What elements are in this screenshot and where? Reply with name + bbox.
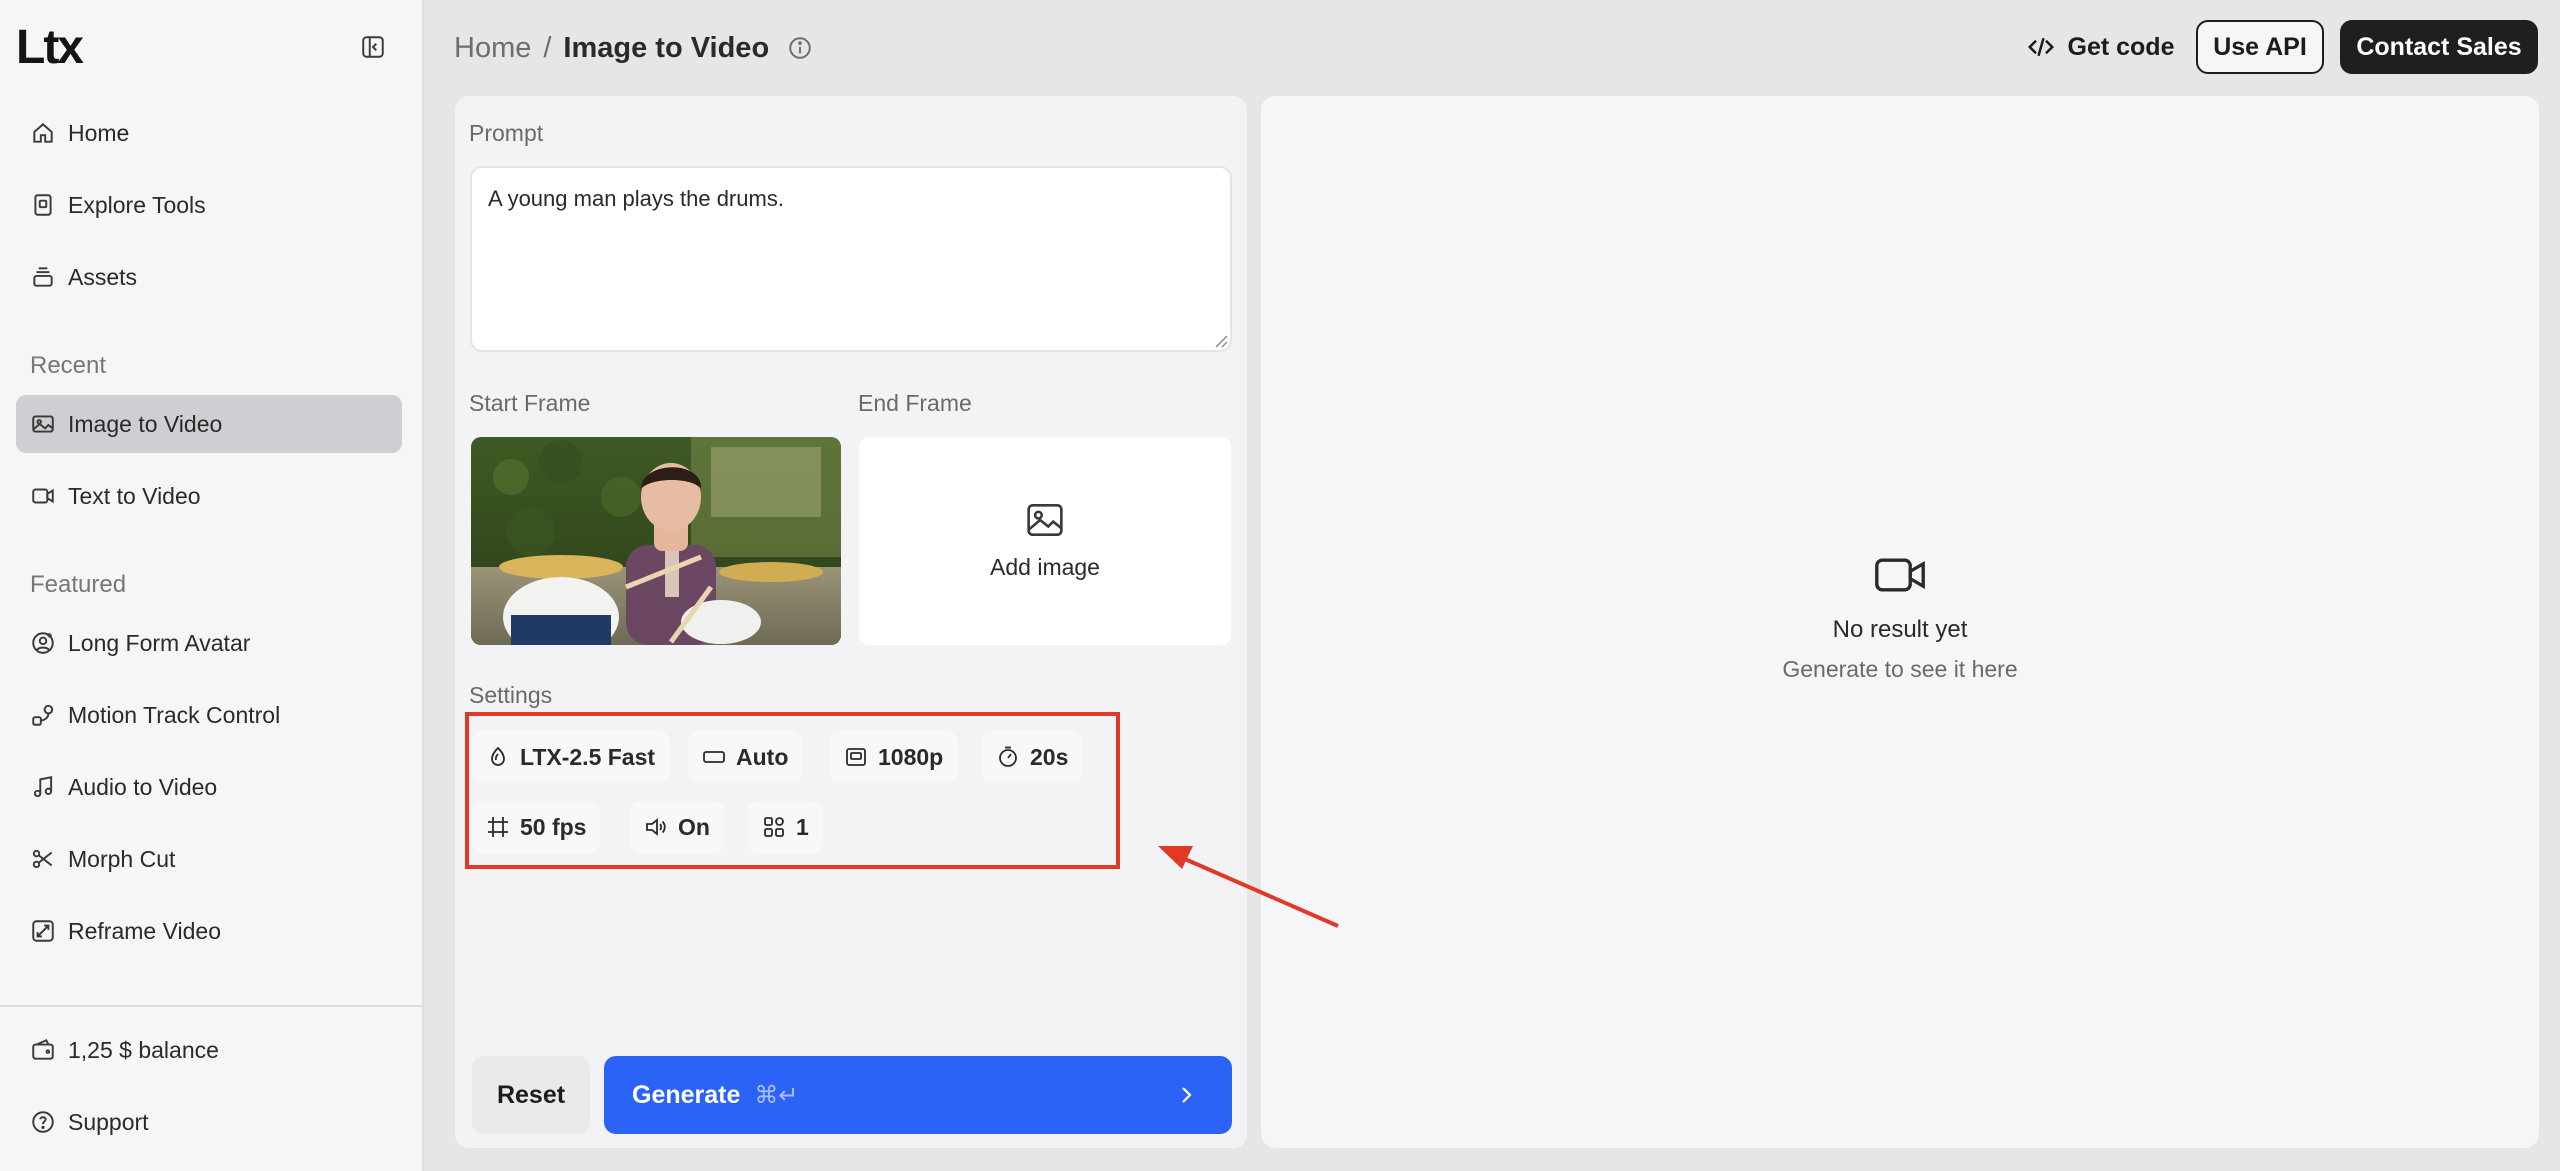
recent-text-to-video-label: Text to Video bbox=[68, 482, 201, 509]
info-icon[interactable] bbox=[787, 35, 813, 61]
featured-audio-to-video[interactable]: Audio to Video bbox=[16, 758, 402, 816]
drummer-photo bbox=[471, 437, 841, 645]
featured-motion-track-control[interactable]: Motion Track Control bbox=[16, 686, 402, 744]
nav-explore-tools[interactable]: Explore Tools bbox=[16, 176, 402, 234]
featured-reframe-video[interactable]: Reframe Video bbox=[16, 902, 402, 960]
prompt-label: Prompt bbox=[469, 120, 544, 146]
assets-icon bbox=[33, 267, 53, 287]
recent-section-label: Recent bbox=[30, 352, 107, 379]
tools-icon bbox=[34, 194, 52, 216]
video-icon bbox=[32, 488, 54, 504]
no-result-subtitle: Generate to see it here bbox=[1782, 656, 2018, 682]
breadcrumb-separator: / bbox=[543, 31, 552, 64]
home-icon bbox=[33, 123, 53, 143]
scissors-icon bbox=[32, 849, 53, 869]
breadcrumb: Home / Image to Video bbox=[454, 28, 813, 68]
sidebar-collapse-icon bbox=[362, 36, 384, 58]
image-icon bbox=[32, 415, 54, 433]
use-api-button[interactable]: Use API bbox=[2196, 20, 2324, 74]
recent-text-to-video[interactable]: Text to Video bbox=[16, 467, 402, 525]
ltx-logo[interactable]: Ltx bbox=[16, 20, 84, 75]
balance-label: 1,25 $ balance bbox=[68, 1036, 219, 1063]
nav-home-label: Home bbox=[68, 119, 130, 146]
generate-label: Generate bbox=[632, 1080, 741, 1109]
support-item[interactable]: Support bbox=[16, 1093, 402, 1151]
music-icon bbox=[33, 776, 53, 798]
featured-section-label: Featured bbox=[30, 571, 127, 598]
sidebar: Ltx Home Explore Tools Assets Recent Ima… bbox=[0, 0, 424, 1171]
avatar-icon bbox=[32, 632, 54, 654]
get-code-button[interactable]: Get code bbox=[2000, 20, 2200, 74]
contact-sales-button[interactable]: Contact Sales bbox=[2340, 20, 2538, 74]
featured-morph-cut[interactable]: Morph Cut bbox=[16, 830, 402, 888]
end-frame-add-image[interactable]: Add image bbox=[859, 437, 1231, 645]
settings-label: Settings bbox=[469, 682, 553, 708]
sidebar-divider bbox=[0, 1005, 424, 1007]
video-camera-icon bbox=[1875, 558, 1925, 592]
featured-reframe-video-label: Reframe Video bbox=[68, 917, 221, 944]
recent-image-to-video-label: Image to Video bbox=[68, 410, 223, 437]
support-label: Support bbox=[68, 1108, 149, 1135]
help-icon bbox=[32, 1111, 54, 1133]
add-image-label: Add image bbox=[990, 553, 1100, 580]
wallet-icon bbox=[32, 1038, 54, 1060]
generate-button[interactable]: Generate ⌘↵ bbox=[604, 1056, 1232, 1134]
generate-shortcut: ⌘↵ bbox=[754, 1081, 799, 1109]
nav-explore-tools-label: Explore Tools bbox=[68, 191, 206, 218]
reset-button[interactable]: Reset bbox=[472, 1056, 590, 1134]
prompt-input[interactable]: A young man plays the drums. bbox=[470, 166, 1232, 352]
end-frame-label: End Frame bbox=[858, 390, 972, 416]
no-result-title: No result yet bbox=[1832, 616, 1968, 643]
add-image-icon bbox=[1027, 503, 1063, 536]
get-code-label: Get code bbox=[2067, 32, 2175, 61]
start-frame-thumbnail[interactable] bbox=[471, 437, 841, 645]
featured-audio-to-video-label: Audio to Video bbox=[68, 773, 218, 800]
recent-image-to-video[interactable]: Image to Video bbox=[16, 395, 402, 453]
nav-assets[interactable]: Assets bbox=[16, 248, 402, 306]
breadcrumb-current: Image to Video bbox=[563, 31, 770, 64]
resize-grip-icon[interactable] bbox=[1212, 332, 1228, 348]
chevron-right-icon bbox=[1182, 1087, 1192, 1103]
nav-assets-label: Assets bbox=[68, 263, 138, 290]
featured-long-form-avatar-label: Long Form Avatar bbox=[68, 629, 251, 656]
start-frame-label: Start Frame bbox=[469, 390, 591, 416]
featured-motion-track-control-label: Motion Track Control bbox=[68, 701, 281, 728]
code-icon bbox=[2027, 37, 2054, 57]
featured-long-form-avatar[interactable]: Long Form Avatar bbox=[16, 614, 402, 672]
empty-result-state: No result yet Generate to see it here bbox=[1661, 556, 2139, 683]
settings-highlight-box bbox=[465, 712, 1120, 869]
reframe-icon bbox=[32, 920, 54, 942]
motion-icon bbox=[32, 704, 54, 726]
collapse-sidebar-button[interactable] bbox=[356, 30, 390, 64]
nav-home[interactable]: Home bbox=[16, 104, 402, 162]
featured-morph-cut-label: Morph Cut bbox=[68, 845, 176, 872]
balance-item[interactable]: 1,25 $ balance bbox=[16, 1021, 402, 1079]
breadcrumb-home[interactable]: Home bbox=[454, 32, 531, 65]
